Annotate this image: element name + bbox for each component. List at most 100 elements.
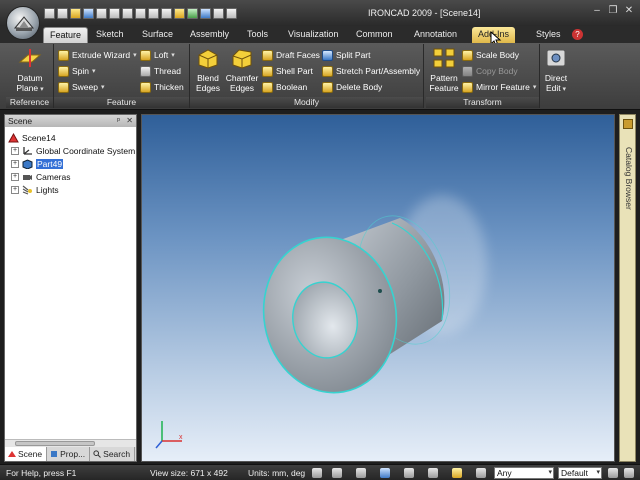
tab-assembly[interactable]: Assembly xyxy=(184,27,235,43)
open-icon[interactable] xyxy=(70,8,81,19)
coordinate-system-icon xyxy=(23,147,32,155)
split-part-button[interactable]: Split Part xyxy=(322,48,371,62)
cut-icon[interactable] xyxy=(109,8,120,19)
settings-icon[interactable] xyxy=(608,468,618,478)
render-icon[interactable] xyxy=(187,8,198,19)
tab-visualization[interactable]: Visualization xyxy=(282,27,344,43)
smart-dimension-icon[interactable] xyxy=(174,8,185,19)
cylinder-model[interactable] xyxy=(142,115,616,463)
tab-scene[interactable]: Scene xyxy=(5,447,48,461)
delete-body-button[interactable]: Delete Body xyxy=(322,80,382,94)
spin-button[interactable]: Spin ▾ xyxy=(58,64,96,78)
shading-icon[interactable] xyxy=(404,468,414,478)
close-button[interactable]: ✕ xyxy=(624,6,634,16)
title-bar: IRONCAD 2009 - [Scene14] – ❐ ✕ xyxy=(0,0,640,26)
copy-icon[interactable] xyxy=(122,8,133,19)
expand-icon[interactable]: + xyxy=(11,147,19,155)
snap-icon[interactable] xyxy=(452,468,462,478)
datum-plane-button[interactable]: Datum Plane ▾ xyxy=(12,47,48,95)
coordinate-triad-icon: x xyxy=(155,421,183,449)
expand-icon[interactable]: + xyxy=(11,173,19,181)
blend-edges-icon xyxy=(198,49,218,69)
tree-item-cameras[interactable]: + Cameras xyxy=(11,171,70,183)
thicken-button[interactable]: Thicken xyxy=(140,80,184,94)
shell-part-button[interactable]: Shell Part xyxy=(262,64,313,78)
cameras-icon xyxy=(23,175,32,180)
loft-icon xyxy=(140,49,151,61)
tree-item-lights[interactable]: + Lights xyxy=(11,184,59,196)
datum-plane-icon xyxy=(18,49,42,67)
thread-button[interactable]: Thread xyxy=(140,64,181,78)
camera-icon[interactable] xyxy=(213,8,224,19)
view-cube-icon[interactable] xyxy=(380,468,390,478)
tab-sketch[interactable]: Sketch xyxy=(90,27,130,43)
zoom-icon[interactable] xyxy=(200,8,211,19)
sweep-button[interactable]: Sweep ▾ xyxy=(58,80,105,94)
pin-icon[interactable]: ᵖ xyxy=(117,116,120,125)
sweep-icon xyxy=(58,81,69,93)
copy-body-button[interactable]: Copy Body xyxy=(462,64,518,78)
3d-viewport[interactable]: x xyxy=(141,114,615,462)
tree-item-scene[interactable]: Scene14 xyxy=(8,132,56,144)
tab-search[interactable]: Search xyxy=(90,447,136,461)
styles-menu[interactable]: Styles xyxy=(530,27,567,43)
selection-filter-combo[interactable]: Any ▾ xyxy=(494,467,554,479)
scale-body-icon xyxy=(462,49,473,61)
pattern-feature-button[interactable]: Pattern Feature xyxy=(428,47,460,93)
tree-item-global-coordinate-system[interactable]: + Global Coordinate System xyxy=(11,145,135,157)
tab-common[interactable]: Common xyxy=(350,27,399,43)
modify-group: Blend Edges Chamfer Edges Draft Faces Sh… xyxy=(190,44,424,108)
chamfer-edges-button[interactable]: Chamfer Edges xyxy=(224,47,260,93)
save-icon[interactable] xyxy=(83,8,94,19)
blend-edges-button[interactable]: Blend Edges xyxy=(194,47,222,93)
tab-properties[interactable]: Prop... xyxy=(47,447,91,461)
draft-faces-button[interactable]: Draft Faces xyxy=(262,48,320,62)
catalog-browser-label: Catalog Browser xyxy=(624,147,634,210)
new-part-icon[interactable] xyxy=(57,8,68,19)
stretch-part-button[interactable]: Stretch Part/Assembly xyxy=(322,64,420,78)
tree-item-part49[interactable]: + Part49 xyxy=(11,158,64,170)
zoom-icon[interactable] xyxy=(312,468,322,478)
help-icon[interactable]: ? xyxy=(572,29,583,40)
chamfer-edges-icon xyxy=(232,49,252,69)
scene-tab-icon xyxy=(8,451,16,457)
tab-feature[interactable]: Feature xyxy=(43,27,89,43)
tab-tools[interactable]: Tools xyxy=(241,27,274,43)
boolean-button[interactable]: Boolean xyxy=(262,80,307,94)
ribbon-tabs: Feature Sketch Surface Assembly Tools Vi… xyxy=(0,26,640,47)
restore-button[interactable]: ❐ xyxy=(608,6,618,16)
mirror-feature-button[interactable]: Mirror Feature ▾ xyxy=(462,80,536,94)
minimize-button[interactable]: – xyxy=(592,6,602,16)
transform-group: Pattern Feature Scale Body Copy Body Mir… xyxy=(426,44,540,108)
expand-icon[interactable]: + xyxy=(11,160,19,168)
extrude-wizard-button[interactable]: Extrude Wizard ▾ xyxy=(58,48,137,62)
application-menu-button[interactable] xyxy=(6,6,40,40)
tab-surface[interactable]: Surface xyxy=(136,27,179,43)
zoom-window-icon[interactable] xyxy=(332,468,342,478)
display-options-icon[interactable] xyxy=(624,468,634,478)
spin-icon xyxy=(58,65,69,77)
new-icon[interactable] xyxy=(44,8,55,19)
display-mode-icon[interactable] xyxy=(428,468,438,478)
orbit-icon[interactable] xyxy=(356,468,366,478)
undo-icon[interactable] xyxy=(148,8,159,19)
panel-close-icon[interactable]: ✕ xyxy=(126,116,133,125)
selection-filter-icon[interactable] xyxy=(476,468,486,478)
quick-access-toolbar xyxy=(44,8,237,22)
loft-button[interactable]: Loft ▾ xyxy=(140,48,175,62)
scene-icon xyxy=(8,133,19,143)
print-icon[interactable] xyxy=(96,8,107,19)
direct-edit-button[interactable]: Direct Edit ▾ xyxy=(542,47,570,95)
catalog-browser-tab[interactable]: Catalog Browser xyxy=(619,114,636,462)
expand-icon[interactable]: + xyxy=(11,186,19,194)
qat-customize-icon[interactable] xyxy=(226,8,237,19)
scene-horizontal-scrollbar[interactable] xyxy=(5,439,136,447)
direct-edit-group: Direct Edit ▾ xyxy=(541,44,571,108)
tab-annotation[interactable]: Annotation xyxy=(408,27,463,43)
redo-icon[interactable] xyxy=(161,8,172,19)
scrollbar-thumb[interactable] xyxy=(15,441,95,446)
scale-body-button[interactable]: Scale Body xyxy=(462,48,519,62)
paste-icon[interactable] xyxy=(135,8,146,19)
style-combo[interactable]: Default ▾ xyxy=(558,467,602,479)
ribbon: Datum Plane ▾ Reference Extrude Wizard ▾ … xyxy=(0,43,640,110)
